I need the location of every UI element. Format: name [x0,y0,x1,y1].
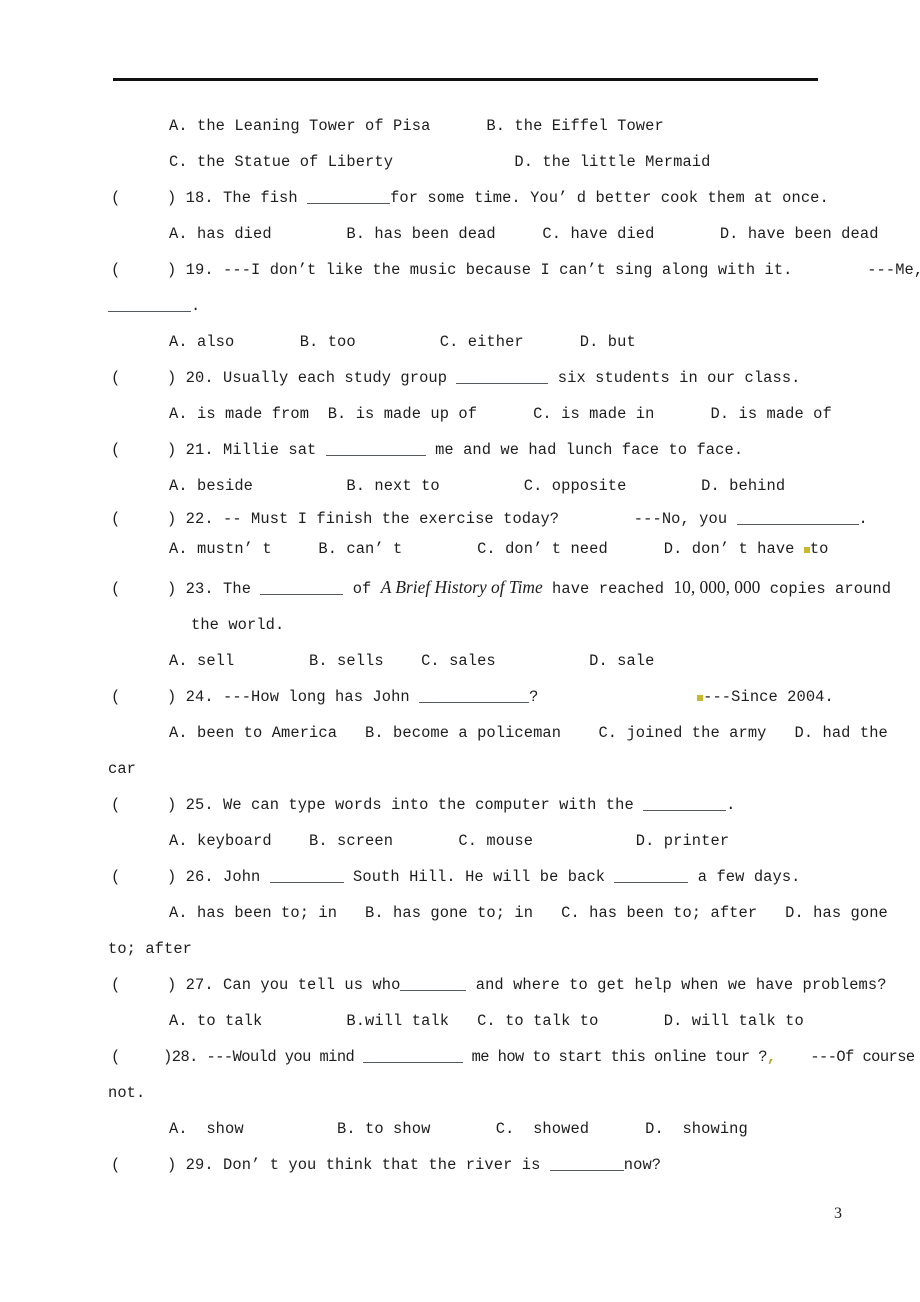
question-stem-overflow: not. [108,1084,146,1102]
question-stem: ( ) 26. John South Hill. He will be back… [0,859,920,895]
stem-text: have reached [542,580,674,598]
question-marker: ( ) 24. [111,688,224,706]
stem-text: -- Must I finish the exercise today? ---… [223,510,737,528]
stem-text: Don’ t you think that the river is [223,1156,550,1174]
question-options: A. beside B. next to C. opposite D. behi… [169,477,786,495]
answer-blank[interactable] [325,441,426,457]
question-options: A. mustn’ t B. can’ t C. don’ t need D. … [0,534,920,564]
question-stem: ( )28. ---Would you mind me how to start… [0,1039,920,1075]
question-options: A. to talk B.will talk C. to talk to D. … [169,1012,804,1030]
question-marker: ( ) 22. [111,510,224,528]
scan-artifact-comma: , [766,1048,776,1066]
question-options: A. also B. too C. either D. but [169,333,636,351]
stem-text: ---How long has John [223,688,420,706]
question-options: A. sell B. sells C. sales D. sale [169,652,655,670]
question-marker: ( ) 27. [111,976,224,994]
answer-blank[interactable] [419,688,530,704]
question-marker: ( ) 29. [111,1156,224,1174]
answer-blank[interactable] [269,868,344,884]
document-page: A. the Leaning Tower of Pisa B. the Eiff… [0,0,920,1302]
exam-content: A. the Leaning Tower of Pisa B. the Eiff… [0,108,920,1183]
question-options: A. been to America B. become a policeman… [169,724,888,742]
answer-blank[interactable] [400,976,467,992]
question-options-overflow: car [108,760,137,778]
question-marker: ( ) 20. [111,369,224,387]
question-options: A. has died B. has been dead C. have die… [169,225,879,243]
question-stem: ( ) 27. Can you tell us who and where to… [0,967,920,1003]
question-stem: ( ) 24. ---How long has John ? ---Since … [0,679,920,715]
question-marker: ( ) 25. [111,796,224,814]
option-text: to [809,540,829,558]
stem-text: me how to start this online tour ? [462,1048,768,1066]
stem-text: . [858,510,868,528]
answer-blank[interactable] [307,189,391,205]
question-marker: ( )28. [111,1048,207,1066]
stem-text: Can you tell us who [223,976,401,994]
stem-text: six students in our class. [548,369,801,387]
stem-text: ---Would you mind [206,1048,363,1066]
stem-text: Usually each study group [223,369,457,387]
stem-text: and where to get help when we have probl… [466,976,887,994]
question-stem-wrap: . [0,288,920,324]
question-marker: ( ) 18. [111,189,224,207]
question-marker: ( ) 23. [111,580,224,598]
question-marker: ( ) 19. [111,261,224,279]
stem-text: . [191,297,201,315]
question-stem: ( ) 21. Millie sat me and we had lunch f… [0,432,920,468]
stem-text: now? [623,1156,662,1174]
stem-text: . [726,796,736,814]
question-marker: ( ) 21. [111,441,224,459]
answer-blank[interactable] [736,510,859,526]
stem-text: The [223,580,261,598]
stem-text: a few days. [688,868,801,886]
stem-text: The fish [223,189,308,207]
answer-blank[interactable] [108,297,191,313]
question-options: A. is made from B. is made up of C. is m… [169,405,832,423]
stem-text: Millie sat [223,441,326,459]
question-stem: ( ) 22. -- Must I finish the exercise to… [0,504,920,534]
page-number: 3 [834,1205,842,1222]
stem-text: of [343,580,381,598]
stem-text: for some time. You’ d better cook them a… [390,189,829,207]
stem-text: ? [529,688,698,706]
book-title: A Brief History of Time [380,577,543,597]
question-options: C. the Statue of Liberty D. the little M… [169,153,711,171]
question-marker: ( ) 26. [111,868,224,886]
question-stem: ( ) 19. ---I don’t like the music becaus… [0,252,920,288]
answer-blank[interactable] [362,1048,463,1064]
question-stem: ( ) 25. We can type words into the compu… [0,787,920,823]
stem-text: South Hill. He will be back [343,868,615,886]
stem-text: ---I don’t like the music because I can’… [223,261,920,279]
answer-blank[interactable] [643,796,727,812]
question-stem: ( ) 20. Usually each study group six stu… [0,360,920,396]
stem-text: John [223,868,270,886]
question-stem: ( ) 23. The of A Brief History of Time h… [0,569,920,607]
copies-number: 10, 000, 000 [673,577,761,597]
question-stem: ( ) 18. The fish for some time. You’ d b… [0,180,920,216]
question-options: A. show B. to show C. showed D. showing [169,1120,748,1138]
answer-blank[interactable] [614,868,689,884]
question-options-overflow: to; after [108,940,193,958]
answer-text: ---Since 2004. [703,688,834,706]
answer-blank[interactable] [456,369,549,385]
question-stem-continuation: the world. [191,616,285,634]
question-options: A. the Leaning Tower of Pisa B. the Eiff… [169,117,664,135]
answer-text: ---Of course [775,1048,915,1066]
stem-text: We can type words into the computer with… [223,796,644,814]
question-options: A. has been to; in B. has gone to; in C.… [169,904,888,922]
stem-text: me and we had lunch face to face. [425,441,744,459]
question-options: A. keyboard B. screen C. mouse D. printe… [169,832,730,850]
answer-blank[interactable] [260,580,344,596]
answer-blank[interactable] [549,1156,624,1172]
stem-text: copies around [760,580,892,598]
header-rule [113,78,818,81]
question-stem: ( ) 29. Don’ t you think that the river … [0,1147,920,1183]
option-text: A. mustn’ t B. can’ t C. don’ t need D. … [169,540,804,558]
